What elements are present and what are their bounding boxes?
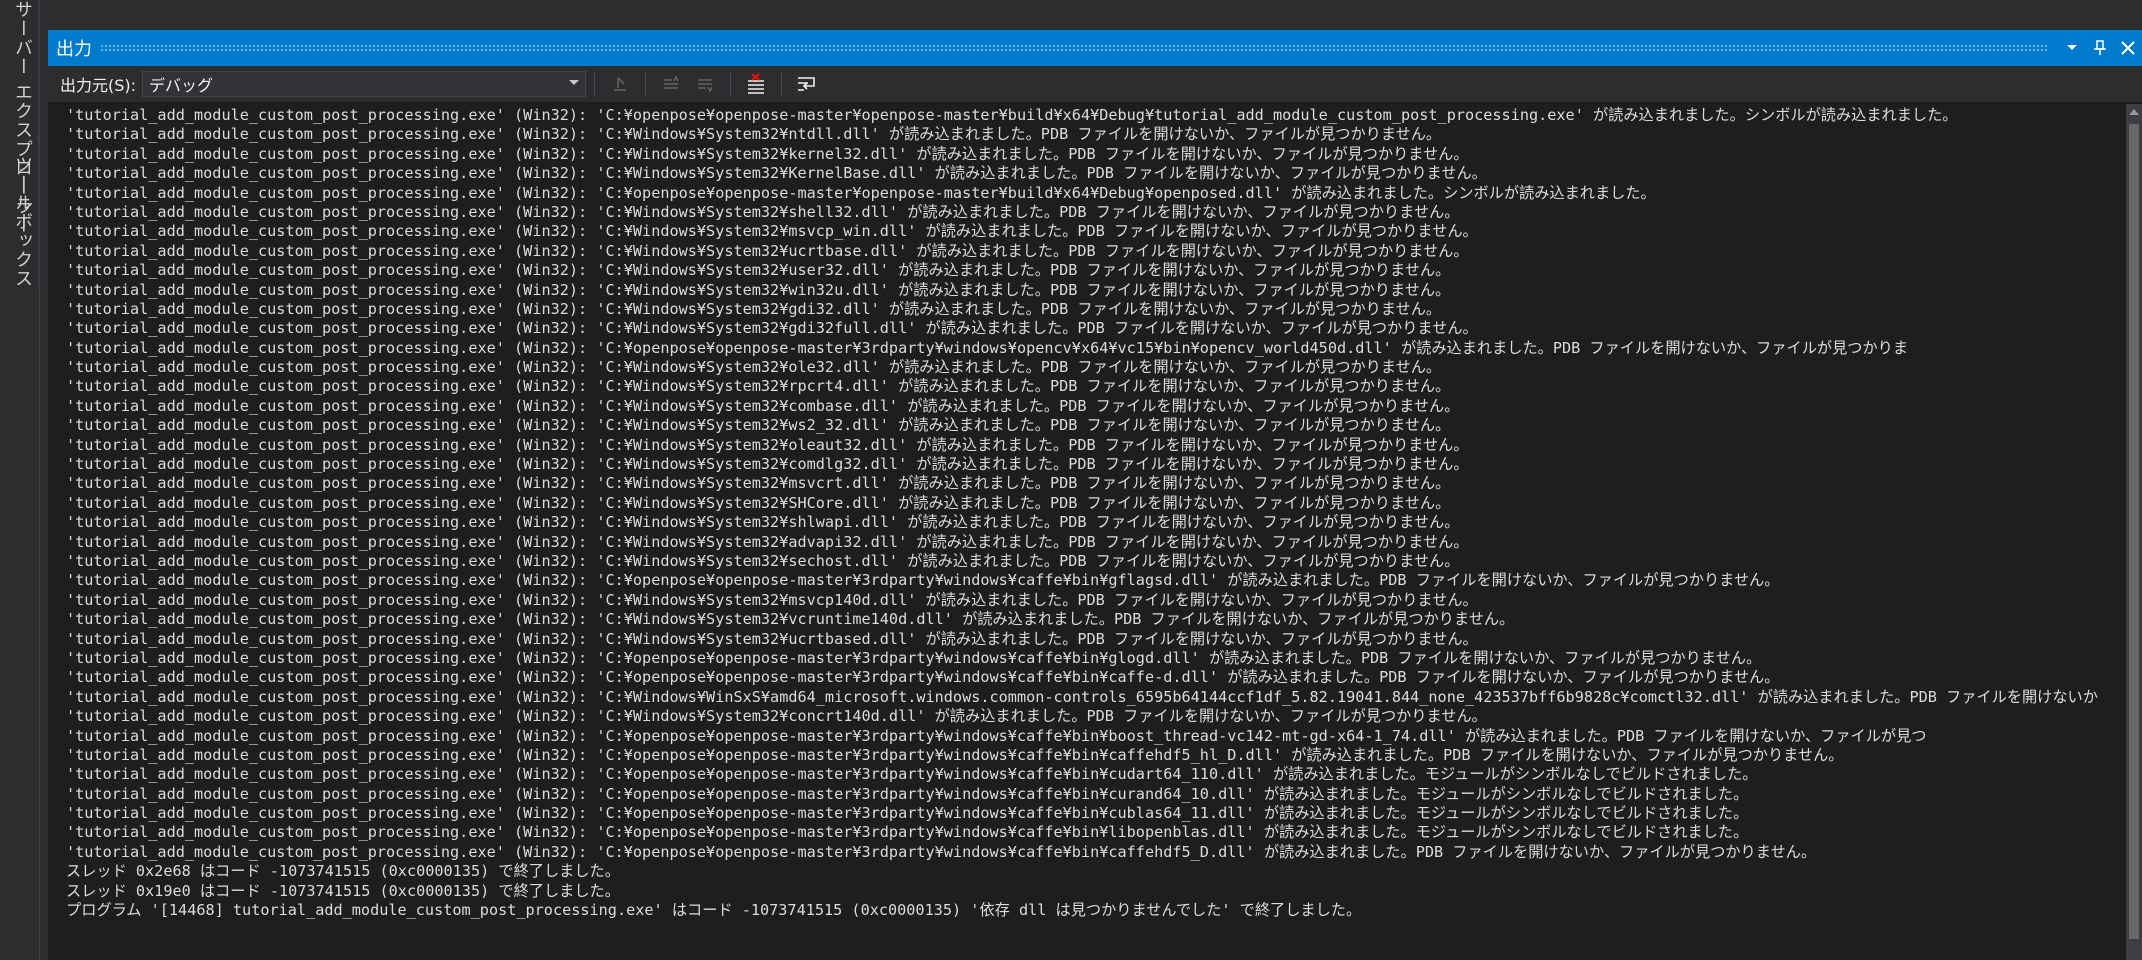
- chevron-down-icon: [2067, 45, 2077, 50]
- next-message-icon: [698, 79, 713, 93]
- output-toolbar: 出力元(S): デバッグ: [48, 66, 2142, 102]
- output-line: 'tutorial_add_module_custom_post_process…: [66, 726, 1927, 745]
- find-message-button[interactable]: [605, 70, 635, 98]
- side-tool-strip: サーバー エクスプローラー ツールボックス: [0, 0, 40, 960]
- prev-message-icon: [664, 75, 679, 89]
- output-line: 'tutorial_add_module_custom_post_process…: [66, 648, 1762, 667]
- prev-message-button[interactable]: [656, 70, 686, 98]
- output-line: 'tutorial_add_module_custom_post_process…: [66, 377, 1451, 396]
- source-dropdown[interactable]: デバッグ: [142, 71, 587, 97]
- scrollbar-thumb[interactable]: [2129, 124, 2139, 939]
- output-line: プログラム '[14468] tutorial_add_module_custo…: [66, 901, 1362, 920]
- output-line: スレッド 0x19e0 はコード -1073741515 (0xc0000135…: [66, 881, 620, 900]
- output-line: 'tutorial_add_module_custom_post_process…: [66, 668, 1780, 687]
- pin-button[interactable]: [2086, 33, 2114, 63]
- output-line: スレッド 0x2e68 はコード -1073741515 (0xc0000135…: [66, 862, 620, 881]
- next-message-button[interactable]: [690, 70, 720, 98]
- output-panel: 出力 出力元(S): デバッグ 'tutorial_add_module_cus…: [48, 30, 2142, 960]
- output-line: 'tutorial_add_module_custom_post_process…: [66, 687, 2098, 706]
- find-message-icon: [614, 77, 627, 91]
- output-line: 'tutorial_add_module_custom_post_process…: [66, 590, 1478, 609]
- output-line: 'tutorial_add_module_custom_post_process…: [66, 610, 1515, 629]
- toolbox-tab[interactable]: ツールボックス: [9, 155, 40, 288]
- toolbar-separator: [781, 72, 783, 96]
- panel-title: 出力: [56, 39, 92, 60]
- output-line: 'tutorial_add_module_custom_post_process…: [66, 358, 1442, 377]
- output-line: 'tutorial_add_module_custom_post_process…: [66, 842, 1817, 861]
- output-line: 'tutorial_add_module_custom_post_process…: [66, 338, 1909, 357]
- title-grip: [100, 44, 2048, 52]
- toolbar-separator: [645, 72, 647, 96]
- output-line: 'tutorial_add_module_custom_post_process…: [66, 319, 1478, 338]
- output-line: 'tutorial_add_module_custom_post_process…: [66, 416, 1451, 435]
- source-label: 出力元(S):: [60, 76, 137, 95]
- output-line: 'tutorial_add_module_custom_post_process…: [66, 784, 1749, 803]
- close-button[interactable]: [2114, 33, 2142, 63]
- pin-icon: [2094, 40, 2106, 55]
- vertical-scrollbar[interactable]: [2126, 104, 2142, 960]
- top-strip: [0, 0, 2142, 22]
- output-line: 'tutorial_add_module_custom_post_process…: [66, 435, 1469, 454]
- output-text-area[interactable]: 'tutorial_add_module_custom_post_process…: [48, 104, 2126, 960]
- output-line: 'tutorial_add_module_custom_post_process…: [66, 241, 1469, 260]
- output-line: 'tutorial_add_module_custom_post_process…: [66, 222, 1478, 241]
- output-line: 'tutorial_add_module_custom_post_process…: [66, 164, 1487, 183]
- output-line: 'tutorial_add_module_custom_post_process…: [66, 202, 1460, 221]
- output-line: 'tutorial_add_module_custom_post_process…: [66, 629, 1478, 648]
- output-line: 'tutorial_add_module_custom_post_process…: [66, 261, 1451, 280]
- output-line: 'tutorial_add_module_custom_post_process…: [66, 513, 1460, 532]
- output-line: 'tutorial_add_module_custom_post_process…: [66, 804, 1749, 823]
- output-line: 'tutorial_add_module_custom_post_process…: [66, 183, 1656, 202]
- output-line: 'tutorial_add_module_custom_post_process…: [66, 144, 1469, 163]
- toolbar-separator: [730, 72, 732, 96]
- clear-all-icon: [748, 73, 765, 94]
- output-line: 'tutorial_add_module_custom_post_process…: [66, 125, 1442, 144]
- output-line: 'tutorial_add_module_custom_post_process…: [66, 823, 1749, 842]
- output-line: 'tutorial_add_module_custom_post_process…: [66, 551, 1460, 570]
- source-dropdown-value: デバッグ: [149, 76, 214, 95]
- output-line: 'tutorial_add_module_custom_post_process…: [66, 765, 1758, 784]
- output-line: 'tutorial_add_module_custom_post_process…: [66, 396, 1460, 415]
- output-line: 'tutorial_add_module_custom_post_process…: [66, 474, 1451, 493]
- toolbar-separator: [594, 72, 596, 96]
- output-line: 'tutorial_add_module_custom_post_process…: [66, 745, 1844, 764]
- output-line: 'tutorial_add_module_custom_post_process…: [66, 106, 1958, 124]
- close-icon: [2121, 41, 2135, 55]
- word-wrap-icon: [798, 77, 815, 91]
- output-line: 'tutorial_add_module_custom_post_process…: [66, 455, 1469, 474]
- output-line: 'tutorial_add_module_custom_post_process…: [66, 532, 1469, 551]
- output-line: 'tutorial_add_module_custom_post_process…: [66, 299, 1442, 318]
- output-line: 'tutorial_add_module_custom_post_process…: [66, 493, 1451, 512]
- output-line: 'tutorial_add_module_custom_post_process…: [66, 571, 1780, 590]
- output-line: 'tutorial_add_module_custom_post_process…: [66, 280, 1451, 299]
- scroll-up-arrow-icon[interactable]: [2129, 108, 2139, 116]
- clear-all-button[interactable]: [741, 70, 771, 98]
- output-line: 'tutorial_add_module_custom_post_process…: [66, 707, 1487, 726]
- output-panel-titlebar[interactable]: 出力: [48, 30, 2142, 66]
- word-wrap-button[interactable]: [792, 70, 822, 98]
- window-menu-button[interactable]: [2058, 33, 2086, 63]
- chevron-down-icon: [569, 80, 580, 85]
